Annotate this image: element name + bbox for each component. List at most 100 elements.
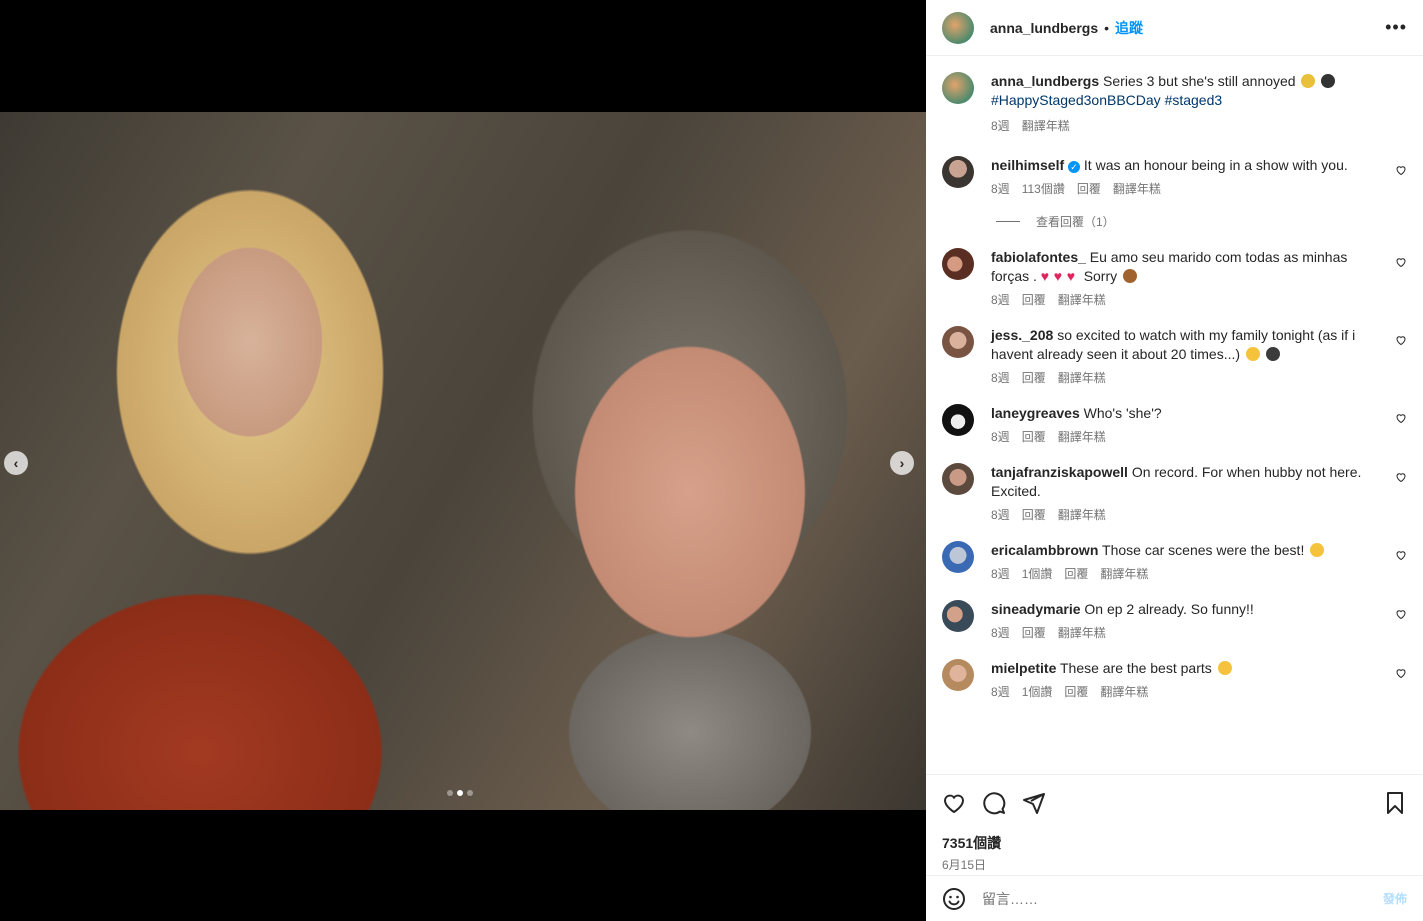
comment-text: Who's 'she'? — [1083, 405, 1162, 421]
red-heart-emoji-icon: ♥ — [1053, 268, 1063, 284]
like-icon[interactable] — [942, 791, 966, 815]
translate-link[interactable]: 翻譯年糕 — [1022, 117, 1070, 136]
photo-person-right — [400, 112, 926, 810]
translate-link[interactable]: 翻譯年糕 — [1058, 506, 1106, 525]
penguins-emoji-icon — [1321, 74, 1336, 88]
view-replies-label: 查看回覆（1） — [1036, 215, 1115, 229]
reply-button[interactable]: 回覆 — [1022, 291, 1046, 310]
carousel-dot-active — [457, 790, 463, 796]
post-date[interactable]: 6月15日 — [942, 856, 1407, 873]
avatar[interactable] — [942, 248, 974, 280]
avatar[interactable] — [942, 72, 974, 104]
reply-button[interactable]: 回覆 — [1077, 180, 1101, 199]
comment-input[interactable] — [982, 890, 1383, 907]
comment-username[interactable]: fabiolafontes_ — [991, 249, 1086, 265]
emoji-picker-icon[interactable] — [942, 887, 966, 911]
comment-likes[interactable]: 113個讚 — [1022, 180, 1065, 199]
photo-person-left — [0, 112, 460, 810]
translate-link[interactable]: 翻譯年糕 — [1100, 683, 1148, 702]
like-comment-icon[interactable] — [1395, 471, 1407, 483]
translate-link[interactable]: 翻譯年糕 — [1113, 180, 1161, 199]
translate-link[interactable]: 翻譯年糕 — [1058, 624, 1106, 643]
comment-time[interactable]: 8週 — [991, 428, 1010, 447]
red-heart-emoji-icon: ♥ — [1066, 268, 1076, 284]
avatar[interactable] — [942, 156, 974, 188]
hashtag-link[interactable]: #staged3 — [1165, 92, 1223, 108]
avatar[interactable] — [942, 463, 974, 495]
comment-username[interactable]: ericalambbrown — [991, 542, 1098, 558]
comment-time[interactable]: 8週 — [991, 291, 1010, 310]
author-username[interactable]: anna_lundbergs — [990, 20, 1098, 36]
hashtag-link[interactable]: #HappyStaged3onBBCDay — [991, 92, 1161, 108]
comment-likes[interactable]: 1個讚 — [1022, 683, 1053, 702]
translate-link[interactable]: 翻譯年糕 — [1058, 428, 1106, 447]
comment: tanjafranziskapowell On record. For when… — [942, 463, 1407, 525]
like-comment-icon[interactable] — [1395, 667, 1407, 679]
comment-username[interactable]: sineadymarie — [991, 601, 1081, 617]
reply-button[interactable]: 回覆 — [1022, 624, 1046, 643]
comment-icon[interactable] — [982, 791, 1006, 815]
comment-time[interactable]: 8週 — [991, 683, 1010, 702]
follow-button[interactable]: 追蹤 — [1115, 18, 1143, 38]
like-comment-icon[interactable] — [1395, 256, 1407, 268]
bookmark-icon[interactable] — [1383, 791, 1407, 815]
red-heart-emoji-icon: ♥ — [1040, 268, 1050, 284]
post-comment-button[interactable]: 發佈 — [1383, 890, 1407, 907]
comment-time[interactable]: 8週 — [991, 624, 1010, 643]
avatar[interactable] — [942, 541, 974, 573]
translate-link[interactable]: 翻譯年糕 — [1058, 291, 1106, 310]
like-comment-icon[interactable] — [1395, 412, 1407, 424]
caption-username[interactable]: anna_lundbergs — [991, 73, 1099, 89]
comment-likes[interactable]: 1個讚 — [1022, 565, 1053, 584]
translate-link[interactable]: 翻譯年糕 — [1100, 565, 1148, 584]
carousel-dot — [467, 790, 473, 796]
avatar[interactable] — [942, 326, 974, 358]
carousel-dot — [447, 790, 453, 796]
comment-username[interactable]: jess._208 — [991, 327, 1053, 343]
comment-text: Those car scenes were the best! — [1102, 542, 1305, 558]
comment-time[interactable]: 8週 — [991, 565, 1010, 584]
more-options-icon[interactable]: ••• — [1385, 17, 1407, 38]
reply-button[interactable]: 回覆 — [1022, 428, 1046, 447]
comment-time[interactable]: 8週 — [991, 180, 1010, 199]
grinning-emoji-icon — [1310, 543, 1325, 557]
comments-list[interactable]: anna_lundbergs Series 3 but she's still … — [926, 56, 1423, 774]
like-comment-icon[interactable] — [1395, 549, 1407, 561]
avatar[interactable] — [942, 659, 974, 691]
reply-button[interactable]: 回覆 — [1022, 506, 1046, 525]
heart-eyes-emoji-icon — [1245, 347, 1260, 361]
avatar[interactable] — [942, 404, 974, 436]
comment: mielpetite These are the best parts 8週 1… — [942, 659, 1407, 702]
comment-username[interactable]: neilhimself — [991, 157, 1064, 173]
comment-username[interactable]: mielpetite — [991, 660, 1056, 676]
comment-username[interactable]: tanjafranziskapowell — [991, 464, 1128, 480]
chevron-right-icon: › — [899, 455, 905, 471]
comment-time[interactable]: 8週 — [991, 369, 1010, 388]
separator: • — [1104, 19, 1110, 36]
avatar[interactable] — [942, 600, 974, 632]
pineapple-emoji-icon — [1301, 74, 1316, 88]
verified-badge-icon: ✓ — [1068, 161, 1081, 173]
share-icon[interactable] — [1022, 791, 1046, 815]
comment-time[interactable]: 8週 — [991, 506, 1010, 525]
translate-link[interactable]: 翻譯年糕 — [1058, 369, 1106, 388]
reply-button[interactable]: 回覆 — [1064, 683, 1088, 702]
avatar[interactable] — [942, 11, 974, 44]
comment: sineadymarie On ep 2 already. So funny!!… — [942, 600, 1407, 643]
chevron-left-icon: ‹ — [13, 455, 19, 471]
caption-time[interactable]: 8週 — [991, 117, 1010, 136]
like-comment-icon[interactable] — [1395, 608, 1407, 620]
view-replies-button[interactable]: 查看回覆（1） — [996, 213, 1407, 230]
likes-count[interactable]: 7351個讚 — [942, 833, 1407, 853]
comment-username[interactable]: laneygreaves — [991, 405, 1080, 421]
comment: neilhimself ✓ It was an honour being in … — [942, 156, 1407, 199]
reply-button[interactable]: 回覆 — [1064, 565, 1088, 584]
like-comment-icon[interactable] — [1395, 334, 1407, 346]
next-image-button[interactable]: › — [890, 451, 914, 475]
caption: anna_lundbergs Series 3 but she's still … — [942, 72, 1407, 136]
reply-button[interactable]: 回覆 — [1022, 369, 1046, 388]
previous-image-button[interactable]: ‹ — [4, 451, 28, 475]
post-photo[interactable] — [0, 112, 926, 810]
like-comment-icon[interactable] — [1395, 164, 1407, 176]
post-header: anna_lundbergs • 追蹤 ••• — [926, 0, 1423, 56]
